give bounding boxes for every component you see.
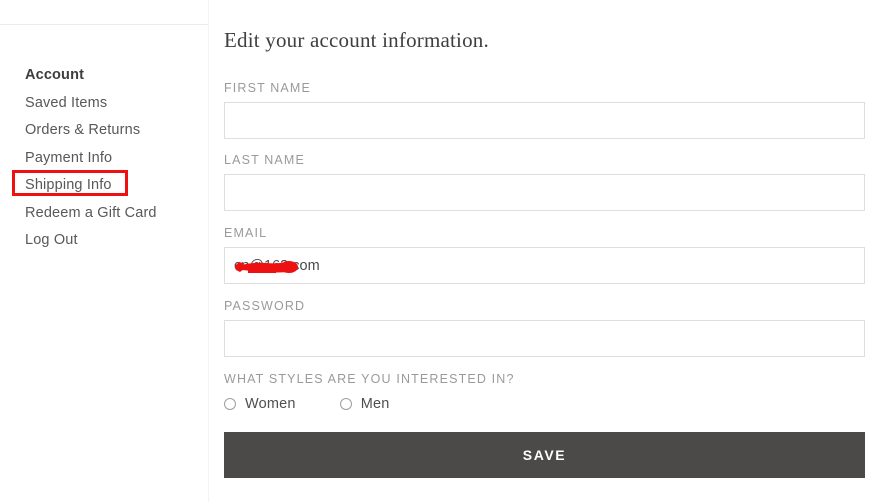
account-nav: Account Saved Items Orders & Returns Pay… [25,62,205,255]
sidebar-item-payment-info[interactable]: Payment Info [25,145,205,173]
styles-radio-row: Women Men [224,396,865,412]
sidebar-item-orders-returns[interactable]: Orders & Returns [25,117,205,145]
radio-circle-icon[interactable] [339,398,352,410]
sidebar-item-saved-items[interactable]: Saved Items [25,90,205,118]
first-name-input[interactable] [224,102,865,139]
sidebar-item-redeem-gift-card[interactable]: Redeem a Gift Card [25,200,205,228]
styles-question-label: WHAT STYLES ARE YOU INTERESTED IN? [224,372,515,386]
radio-label-women: Women [245,396,296,412]
email-label: EMAIL [224,226,268,240]
page-title: Edit your account information. [224,28,489,52]
styles-interest-group: WHAT STYLES ARE YOU INTERESTED IN? Women… [224,372,865,412]
sidebar-vertical-divider [208,0,209,502]
account-settings-page: Account Saved Items Orders & Returns Pay… [0,0,877,502]
password-label: PASSWORD [224,299,306,313]
password-field-group: PASSWORD [224,299,865,357]
email-input[interactable] [224,247,865,284]
last-name-input[interactable] [224,174,865,211]
last-name-field-group: LAST NAME [224,153,865,211]
email-field-group: EMAIL [224,226,865,284]
radio-option-women[interactable]: Women [224,396,296,412]
sidebar-item-shipping-info[interactable]: Shipping Info [25,172,205,200]
password-input[interactable] [224,320,865,357]
radio-circle-icon[interactable] [224,398,236,410]
last-name-label: LAST NAME [224,153,305,167]
first-name-label: FIRST NAME [224,81,311,95]
save-button[interactable]: SAVE [224,432,865,478]
first-name-field-group: FIRST NAME [224,81,865,139]
sidebar-item-account[interactable]: Account [25,62,205,90]
radio-option-men[interactable]: Men [339,396,390,412]
radio-label-men: Men [360,396,390,412]
sidebar-top-divider [0,24,208,25]
account-sidebar: Account Saved Items Orders & Returns Pay… [0,0,208,502]
sidebar-item-log-out[interactable]: Log Out [25,227,205,255]
